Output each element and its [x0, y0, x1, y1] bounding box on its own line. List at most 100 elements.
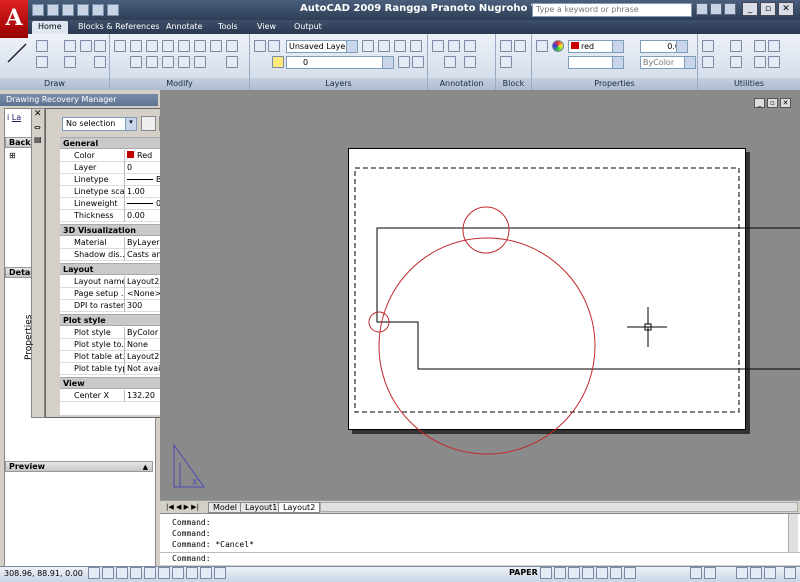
ortho-icon[interactable]: [116, 567, 128, 579]
explode-icon[interactable]: [178, 56, 190, 68]
drawing-geometry[interactable]: [160, 90, 800, 500]
tab-layout1[interactable]: Layout1: [240, 502, 283, 513]
trim-icon[interactable]: [146, 56, 158, 68]
paper-space-toggle[interactable]: PAPER: [509, 568, 538, 577]
dimension-icon[interactable]: [448, 40, 460, 52]
layer-isolate-icon[interactable]: [394, 40, 406, 52]
paste-icon[interactable]: [768, 56, 780, 68]
plotstyle-combo[interactable]: ByColor: [640, 56, 696, 69]
panel-title-properties[interactable]: Properties: [532, 78, 697, 90]
move-icon[interactable]: [114, 40, 126, 52]
drm-preview-header[interactable]: Preview ▲: [5, 461, 153, 472]
lineweight-toggle-icon[interactable]: [200, 567, 212, 579]
favorites-icon[interactable]: [724, 3, 736, 15]
id-point-icon[interactable]: [702, 56, 714, 68]
maximize-viewport-icon[interactable]: [540, 567, 552, 579]
communication-icon[interactable]: [710, 3, 722, 15]
lineweight-combo[interactable]: 0.05: [640, 40, 688, 53]
ellipse-icon[interactable]: [64, 56, 76, 68]
tab-blocks-references[interactable]: Blocks & References: [72, 21, 166, 34]
palette-menu-icon[interactable]: ▤: [34, 135, 42, 144]
layer-freeze-icon[interactable]: [412, 56, 424, 68]
properties-palette-titlebar[interactable]: ✕ ⇔ ▤: [31, 108, 45, 418]
arrange-icon[interactable]: [226, 40, 238, 52]
redo-icon[interactable]: [107, 4, 119, 16]
coordinate-readout[interactable]: 308.96, 88.91, 0.00: [4, 569, 83, 578]
small-circle-top[interactable]: [462, 206, 510, 254]
osnap-icon[interactable]: [144, 567, 156, 579]
circle-icon[interactable]: [36, 56, 48, 68]
polar-icon[interactable]: [130, 567, 142, 579]
drm-backup-header[interactable]: Back: [5, 137, 33, 148]
array-icon[interactable]: [210, 40, 222, 52]
panel-title-layers[interactable]: Layers: [250, 78, 427, 90]
layer-previous-icon[interactable]: [378, 40, 390, 52]
tab-annotate[interactable]: Annotate: [160, 21, 209, 34]
undo-icon[interactable]: [92, 4, 104, 16]
create-block-icon[interactable]: [514, 40, 526, 52]
polygon-icon[interactable]: [80, 40, 92, 52]
layer-unisolate-icon[interactable]: [410, 40, 422, 52]
quick-view-drawings-icon[interactable]: [568, 567, 580, 579]
panel-title-draw[interactable]: Draw: [0, 78, 109, 90]
toggle-pickadd-icon[interactable]: [141, 116, 156, 131]
pan-icon[interactable]: [582, 567, 594, 579]
text-icon[interactable]: [432, 40, 444, 52]
erase-icon[interactable]: [130, 56, 142, 68]
zoom-icon[interactable]: [702, 40, 714, 52]
match-properties-icon[interactable]: [536, 40, 548, 52]
open-icon[interactable]: [47, 4, 59, 16]
new-icon[interactable]: [32, 4, 44, 16]
calculator-icon[interactable]: [730, 56, 742, 68]
tab-model[interactable]: Model: [208, 502, 243, 513]
fillet-icon[interactable]: [194, 56, 206, 68]
command-scrollbar[interactable]: [788, 514, 798, 552]
drm-tree-expander[interactable]: ⊞: [9, 151, 16, 160]
zoom-icon[interactable]: [596, 567, 608, 579]
steeringwheel-icon[interactable]: [610, 567, 622, 579]
tab-navigation-icons[interactable]: |◀ ◀ ▶ ▶|: [166, 503, 199, 511]
edit-block-icon[interactable]: [500, 56, 512, 68]
tab-tools[interactable]: Tools: [212, 21, 244, 34]
layer-on-icon[interactable]: [272, 56, 284, 68]
collapse-icon[interactable]: ▲: [143, 462, 148, 472]
region-icon[interactable]: [226, 56, 238, 68]
close-icon[interactable]: ✕: [34, 109, 42, 119]
offset-icon[interactable]: [162, 40, 174, 52]
selection-combo[interactable]: No selection ▾: [62, 117, 137, 131]
panel-title-modify[interactable]: Modify: [110, 78, 249, 90]
line-icon[interactable]: [6, 40, 28, 66]
linetype-combo[interactable]: [568, 56, 624, 69]
ducs-icon[interactable]: [172, 567, 184, 579]
restore-icon[interactable]: ▫: [760, 2, 776, 16]
arc-icon[interactable]: [64, 40, 76, 52]
dyn-icon[interactable]: [186, 567, 198, 579]
chevron-down-icon[interactable]: ▾: [125, 118, 136, 130]
tab-view[interactable]: View: [251, 21, 282, 34]
tab-layout2[interactable]: Layout2: [278, 502, 321, 513]
panel-title-annotation[interactable]: Annotation: [428, 78, 495, 90]
showmotion-icon[interactable]: [624, 567, 636, 579]
tab-output[interactable]: Output: [288, 21, 328, 34]
drm-details-header[interactable]: Detai: [5, 267, 33, 278]
extend-icon[interactable]: [162, 56, 174, 68]
polyline-icon[interactable]: [36, 40, 48, 52]
markup-icon[interactable]: [464, 56, 476, 68]
save-icon[interactable]: [62, 4, 74, 16]
annotation-scale-icon[interactable]: [690, 567, 702, 579]
status-menu-icon[interactable]: [784, 567, 796, 579]
multileader-icon[interactable]: [464, 40, 476, 52]
layer-state-combo[interactable]: Unsaved Layer S: [286, 40, 358, 53]
plot-icon[interactable]: [77, 4, 89, 16]
application-menu-button[interactable]: A: [0, 0, 28, 38]
panel-title-block[interactable]: Block: [496, 78, 531, 90]
insert-block-icon[interactable]: [500, 40, 512, 52]
command-input[interactable]: Command:: [160, 552, 800, 565]
annotation-visibility-icon[interactable]: [704, 567, 716, 579]
quick-select-icon[interactable]: [754, 40, 766, 52]
search-icon[interactable]: [696, 3, 708, 15]
copy-icon[interactable]: [146, 40, 158, 52]
quick-properties-icon[interactable]: [214, 567, 226, 579]
color-combo[interactable]: red: [568, 40, 624, 53]
rotate-icon[interactable]: [130, 40, 142, 52]
